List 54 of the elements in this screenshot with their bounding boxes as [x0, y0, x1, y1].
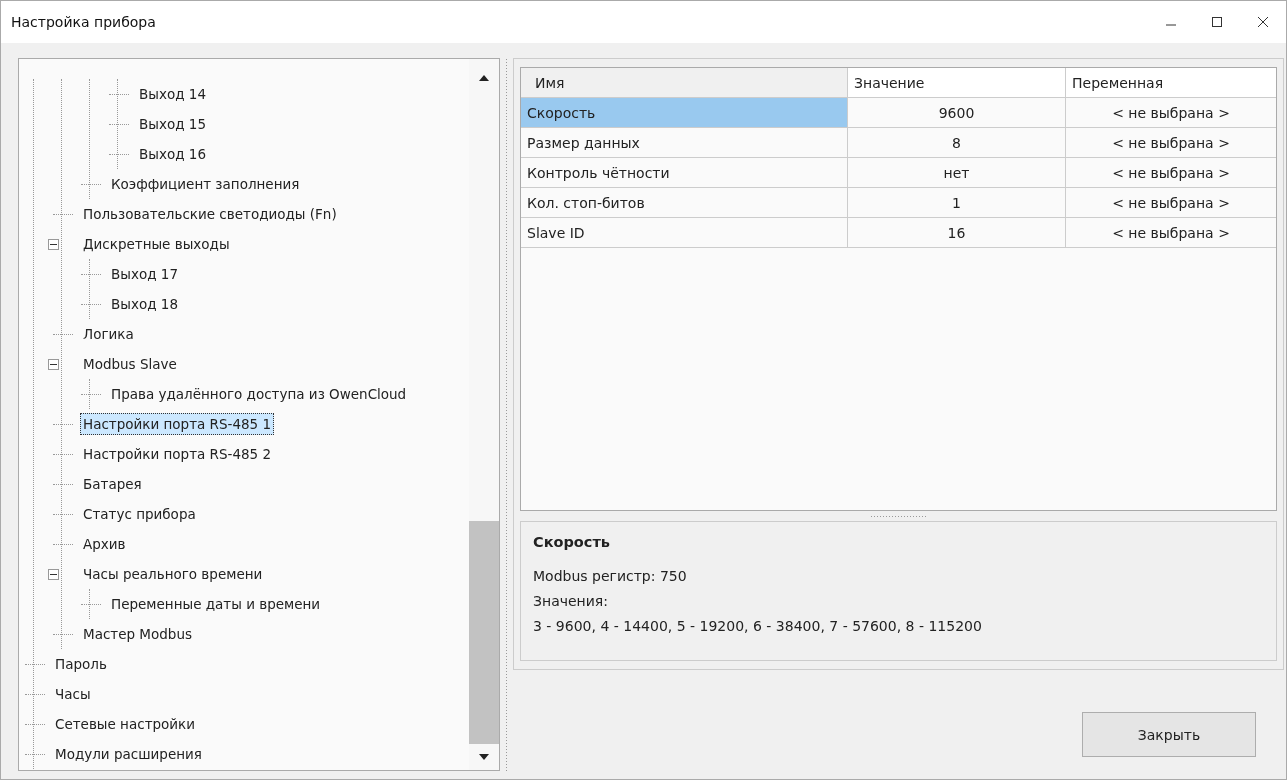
table-cell[interactable]: 8 [848, 128, 1066, 158]
expand-toggle-icon[interactable] [48, 238, 59, 250]
column-header[interactable]: Имя [521, 68, 848, 98]
tree-item[interactable]: Статус прибора [80, 503, 199, 525]
scroll-down-arrow-icon[interactable] [479, 754, 489, 760]
table-cell[interactable]: < не выбрана > [1066, 188, 1276, 218]
tree-item[interactable]: Настройки порта RS-485 2 [80, 443, 275, 465]
table-cell[interactable]: 16 [848, 218, 1066, 248]
expand-toggle-icon[interactable] [48, 358, 59, 370]
details-text: Modbus регистр: 750 [533, 567, 688, 586]
table-cell[interactable]: < не выбрана > [1066, 158, 1276, 188]
tree-item[interactable]: Батарея [80, 473, 145, 495]
table-cell[interactable]: 9600 [848, 98, 1066, 128]
tree-item[interactable]: Modbus Slave [80, 353, 180, 375]
table-cell[interactable]: < не выбрана > [1066, 128, 1276, 158]
tree-item[interactable]: Права удалённого доступа из OwenCloud [108, 383, 410, 405]
table-cell[interactable]: < не выбрана > [1066, 218, 1276, 248]
column-header[interactable]: Переменная [1066, 68, 1276, 98]
table-cell[interactable]: 1 [848, 188, 1066, 218]
tree-item[interactable]: Выход 17 [108, 263, 181, 285]
table-cell[interactable]: Кол. стоп-битов [521, 188, 848, 218]
table-cell[interactable]: Скорость [521, 98, 848, 128]
table-cell[interactable]: Размер данных [521, 128, 848, 158]
tree-item[interactable]: Выход 16 [136, 143, 209, 165]
window-title: Настройка прибора [11, 14, 156, 30]
column-header[interactable]: Значение [848, 68, 1066, 98]
table-cell[interactable]: Slave ID [521, 218, 848, 248]
tree-item[interactable]: Пользовательские светодиоды (Fn) [80, 203, 340, 225]
tree-item[interactable]: Переменные даты и времени [108, 593, 324, 615]
maximize-icon[interactable] [1211, 16, 1223, 28]
table-cell[interactable]: Контроль чётности [521, 158, 848, 188]
tree-item[interactable]: Пароль [52, 653, 110, 675]
tree-item[interactable]: Выход 15 [136, 113, 209, 135]
tree-item[interactable]: Архив [80, 533, 129, 555]
details-title: Скорость [533, 534, 611, 550]
tree-item[interactable]: Выход 18 [108, 293, 181, 315]
tree-item[interactable]: Выход 14 [136, 83, 209, 105]
tree-item[interactable]: Модули расширения [52, 743, 205, 765]
tree-item[interactable]: Мастер Modbus [80, 623, 195, 645]
close-icon[interactable] [1257, 16, 1269, 28]
close-dialog-button[interactable]: Закрыть [1082, 712, 1256, 757]
table-cell[interactable]: < не выбрана > [1066, 98, 1276, 128]
details-text: Значения: [533, 592, 609, 611]
tree-item[interactable]: Дискретные выходы [80, 233, 233, 255]
table-cell[interactable]: нет [848, 158, 1066, 188]
expand-toggle-icon[interactable] [48, 568, 59, 580]
tree-item[interactable]: Сетевые настройки [52, 713, 199, 735]
tree-item[interactable]: Настройки порта RS-485 1 [80, 413, 275, 435]
scroll-up-arrow-icon[interactable] [479, 75, 489, 81]
tree-item[interactable]: Часы реального времени [80, 563, 266, 585]
tree-item[interactable]: Часы [52, 683, 94, 705]
tree-item[interactable]: Коэффициент заполнения [108, 173, 303, 195]
details-text: 3 - 9600, 4 - 14400, 5 - 19200, 6 - 38400, 7 - 57600, 8 - 115200 [533, 617, 983, 636]
tree-item[interactable]: Логика [80, 323, 137, 345]
